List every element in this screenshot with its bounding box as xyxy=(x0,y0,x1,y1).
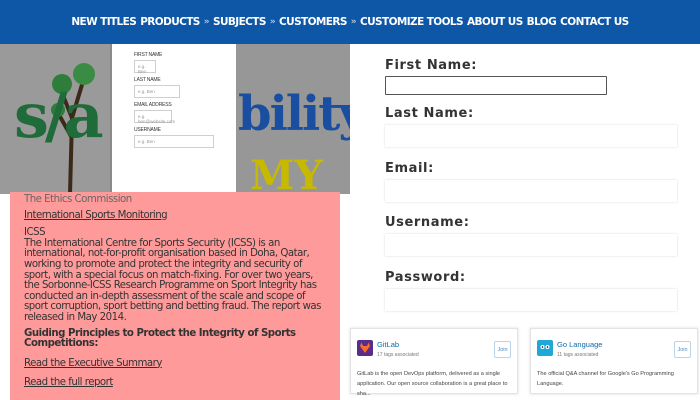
nav-separator: » xyxy=(350,17,357,27)
first-name-label: First Name: xyxy=(385,58,478,73)
banner-text-right: bility xyxy=(238,86,350,142)
mini-signup-form: First Name e.g. Ben Last Name e.g. Ben E… xyxy=(112,44,236,194)
mini-first-name-label: First Name xyxy=(134,52,163,58)
mini-first-name-input[interactable]: e.g. Ben xyxy=(134,60,156,74)
go-gopher-logo-icon xyxy=(537,340,553,356)
card-subtitle: 17 tags associated xyxy=(377,352,419,358)
gitlab-card[interactable]: GitLab 17 tags associated Join GitLab is… xyxy=(350,328,518,397)
nav-item-customize-tools[interactable]: CUSTOMIZE TOOLS xyxy=(360,16,464,28)
email-input[interactable] xyxy=(385,180,677,202)
nav-item-new-titles[interactable]: NEW TITLES xyxy=(71,16,136,28)
gitlab-logo-icon xyxy=(357,340,373,356)
mini-email-label: Email Address xyxy=(134,102,172,108)
first-name-input[interactable] xyxy=(385,76,607,95)
full-report-link[interactable]: Read the full report xyxy=(24,378,326,389)
card-subtitle: 11 tags associated xyxy=(557,352,599,358)
go-language-card[interactable]: Go Language 11 tags associated Join The … xyxy=(530,328,698,394)
last-name-label: Last Name: xyxy=(385,106,474,121)
mini-last-name-label: Last Name xyxy=(134,77,161,83)
mini-last-name-input[interactable]: e.g. Ben xyxy=(134,85,180,98)
top-navigation: NEW TITLES PRODUCTS » SUBJECTS » CUSTOME… xyxy=(0,0,700,44)
nav-item-products[interactable]: PRODUCTS xyxy=(140,16,200,28)
join-button[interactable]: Join xyxy=(674,341,691,358)
nav-item-customers[interactable]: CUSTOMERS xyxy=(279,16,347,28)
card-title[interactable]: GitLab xyxy=(377,340,399,349)
card-title[interactable]: Go Language xyxy=(557,340,602,349)
last-name-input[interactable] xyxy=(385,125,677,147)
mini-username-label: Username xyxy=(134,127,161,133)
executive-summary-link[interactable]: Read the Executive Summary xyxy=(24,358,326,370)
nav-separator: » xyxy=(269,17,276,27)
nav-separator: » xyxy=(203,17,210,27)
signup-form: First Name: Last Name: Email: Username: … xyxy=(350,44,700,324)
password-label: Password: xyxy=(385,270,466,285)
nav-item-contact-us[interactable]: CONTACT US xyxy=(560,16,629,28)
guiding-principles-heading: Guiding Principles to Protect the Integr… xyxy=(24,327,296,350)
nav-item-blog[interactable]: BLOG xyxy=(527,16,557,28)
mini-username-input[interactable]: e.g. Ben xyxy=(134,135,214,148)
card-description: GitLab is the open DevOps platform, deli… xyxy=(357,371,508,397)
card-description: The official Q&A channel for Google's Go… xyxy=(537,371,674,387)
icss-body-text: The International Centre for Sports Secu… xyxy=(24,237,321,323)
international-sports-monitoring-link[interactable]: International Sports Monitoring xyxy=(24,210,326,222)
banner-text-left: s/a xyxy=(14,79,104,152)
username-label: Username: xyxy=(385,215,470,230)
nav-item-subjects[interactable]: SUBJECTS xyxy=(213,16,266,28)
join-button[interactable]: Join xyxy=(494,341,511,358)
username-input[interactable] xyxy=(385,234,677,256)
nav-item-about-us[interactable]: ABOUT US xyxy=(467,16,523,28)
email-label: Email: xyxy=(385,161,434,176)
ethics-commission-text: The Ethics Commission xyxy=(24,194,132,205)
password-input[interactable] xyxy=(385,289,677,311)
icss-article-panel: The Ethics Commission International Spor… xyxy=(10,192,340,400)
mini-email-input[interactable]: e.g. ben@website.com xyxy=(134,110,175,124)
banner-text-bottom: MY xyxy=(250,152,323,194)
